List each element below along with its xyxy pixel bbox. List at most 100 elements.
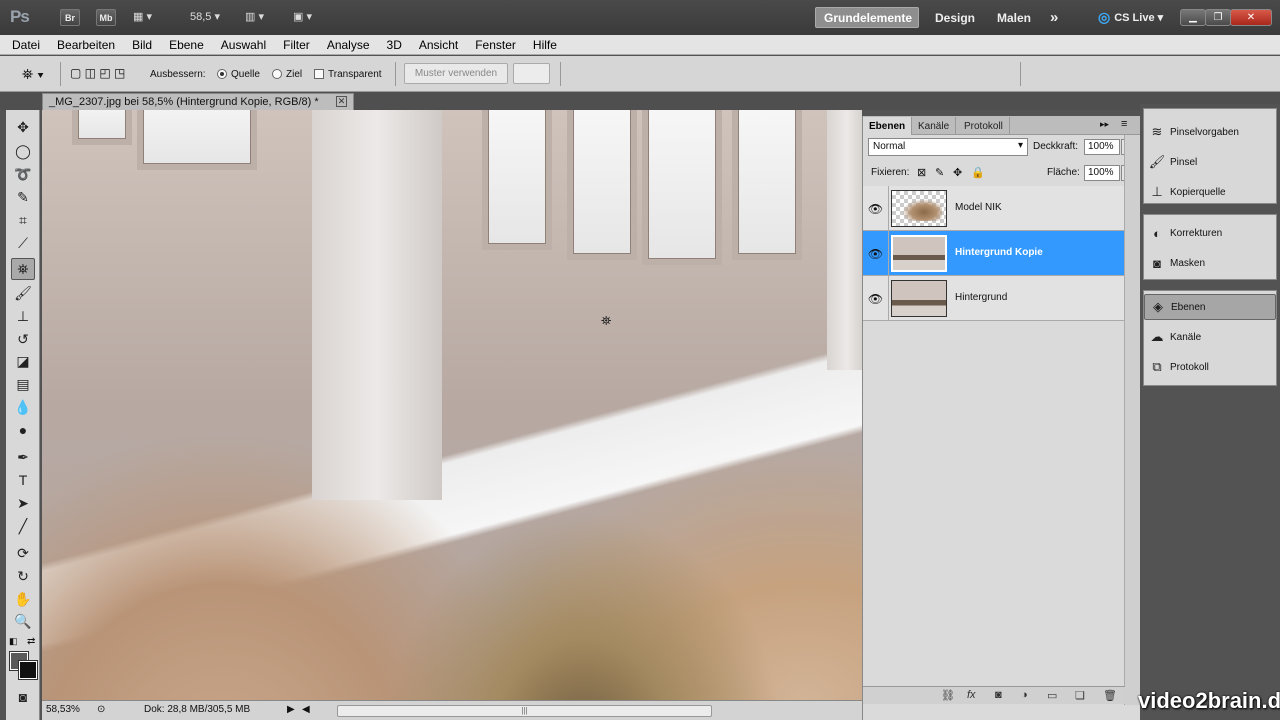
3d-orbit-tool-icon[interactable]: ↻ [11, 565, 35, 587]
layer-row-model-nik[interactable]: 👁 Model NIK [863, 186, 1125, 231]
add-mask-icon[interactable]: ◙ [995, 689, 1002, 701]
view-extras-dropdown[interactable]: ▦ ▾ [133, 10, 152, 23]
workspace-malen[interactable]: Malen [989, 7, 1039, 28]
dock-item-masken[interactable]: ◙ Masken [1144, 250, 1276, 276]
cs-live-button[interactable]: ◎ CS Live ▾ [1090, 7, 1171, 28]
minimize-button[interactable]: ▁ [1180, 9, 1206, 26]
tab-protokoll[interactable]: Protokoll [958, 117, 1010, 135]
history-brush-tool-icon[interactable]: ↺ [11, 328, 35, 350]
dock-item-pinsel[interactable]: 🖌 Pinsel [1144, 149, 1276, 175]
use-pattern-button[interactable]: Muster verwenden [404, 63, 508, 84]
status-menu-icon[interactable]: ⊙ [97, 704, 105, 715]
menu-filter[interactable]: Filter [283, 38, 310, 52]
lock-transparency-icon[interactable]: ⊠ [917, 166, 926, 179]
clone-stamp-tool-icon[interactable]: ⊥ [11, 305, 35, 327]
close-document-icon[interactable]: ✕ [336, 96, 347, 107]
scroll-left-icon[interactable]: ◀ [302, 704, 310, 715]
menu-bild[interactable]: Bild [132, 38, 152, 52]
new-layer-icon[interactable]: ❏ [1075, 689, 1085, 702]
visibility-eye-icon[interactable]: 👁 [863, 231, 889, 276]
menu-bearbeiten[interactable]: Bearbeiten [57, 38, 115, 52]
selection-mode-icons[interactable]: ▢ ◫ ◰ ◳ [70, 66, 125, 80]
menu-fenster[interactable]: Fenster [475, 38, 516, 52]
workspace-design[interactable]: Design [927, 7, 983, 28]
adjustment-layer-icon[interactable]: ◑ [1021, 689, 1028, 701]
blur-tool-icon[interactable]: 💧 [11, 396, 35, 418]
patch-tool-icon[interactable]: ⛯ [11, 258, 35, 280]
screen-mode-dropdown[interactable]: ▣ ▾ [293, 10, 312, 23]
zoom-tool-icon[interactable]: 🔍 [11, 610, 35, 632]
pattern-picker[interactable] [513, 63, 550, 84]
collapse-panel-icon[interactable]: ▸▸ [1100, 119, 1109, 130]
restore-button[interactable]: ❐ [1205, 9, 1231, 26]
status-expand-arrow-icon[interactable]: ▶ [287, 704, 295, 715]
eyedropper-tool-icon[interactable]: ⟋ [11, 232, 35, 254]
zoom-field[interactable]: 58,53% [46, 704, 80, 715]
dodge-tool-icon[interactable]: ● [11, 419, 35, 441]
layer-row-hintergrund-kopie[interactable]: 👁 Hintergrund Kopie [863, 231, 1125, 276]
workspace-grundelemente[interactable]: Grundelemente [815, 7, 919, 28]
menu-datei[interactable]: Datei [12, 38, 40, 52]
crop-tool-icon[interactable]: ⌗ [11, 209, 35, 231]
delete-layer-icon[interactable]: 🗑 [1103, 689, 1117, 702]
close-window-button[interactable]: ✕ [1230, 9, 1272, 26]
menu-hilfe[interactable]: Hilfe [533, 38, 557, 52]
line-tool-icon[interactable]: ╱ [11, 515, 35, 537]
menu-analyse[interactable]: Analyse [327, 38, 370, 52]
more-workspaces-button[interactable]: » [1042, 7, 1066, 28]
menu-3d[interactable]: 3D [387, 38, 402, 52]
background-color-swatch[interactable] [19, 661, 37, 679]
document-canvas[interactable]: ⛯ [42, 110, 862, 700]
menu-auswahl[interactable]: Auswahl [221, 38, 266, 52]
visibility-eye-icon[interactable]: 👁 [863, 276, 889, 321]
opacity-field[interactable]: 100% [1084, 139, 1120, 155]
default-colors-icon[interactable]: ◧ [9, 636, 18, 647]
blend-mode-select[interactable]: Normal [868, 138, 1028, 156]
lock-position-icon[interactable]: ✥ [953, 166, 962, 179]
menu-ansicht[interactable]: Ansicht [419, 38, 458, 52]
patch-tool-preset-icon[interactable]: ⛯ ▾ [22, 66, 44, 83]
arrange-documents-dropdown[interactable]: ▥ ▾ [245, 10, 264, 23]
new-group-icon[interactable]: ▭ [1047, 689, 1057, 702]
3d-rotate-tool-icon[interactable]: ⟳ [11, 542, 35, 564]
mini-bridge-button[interactable]: Mb [96, 9, 116, 26]
quick-mask-icon[interactable]: ◙ [11, 686, 35, 708]
eraser-tool-icon[interactable]: ◪ [11, 350, 35, 372]
dock-item-kopierquelle[interactable]: ⊥ Kopierquelle [1144, 179, 1276, 205]
menu-ebene[interactable]: Ebene [169, 38, 204, 52]
source-radio[interactable] [217, 69, 227, 79]
dock-item-kanaele[interactable]: ☁ Kanäle [1144, 324, 1276, 350]
hand-tool-icon[interactable]: ✋ [11, 588, 35, 610]
dock-item-protokoll[interactable]: ⧉ Protokoll [1144, 354, 1276, 380]
fill-field[interactable]: 100% [1084, 165, 1120, 181]
transparent-checkbox[interactable] [314, 69, 324, 79]
pen-tool-icon[interactable]: ✒ [11, 446, 35, 468]
dock-item-korrekturen[interactable]: ◐ Korrekturen [1144, 220, 1276, 246]
dock-item-ebenen[interactable]: ◈ Ebenen [1144, 294, 1276, 320]
document-tab[interactable]: _MG_2307.jpg bei 58,5% (Hintergrund Kopi… [42, 93, 354, 110]
swap-colors-icon[interactable]: ⇄ [27, 636, 35, 647]
gradient-tool-icon[interactable]: ▤ [11, 373, 35, 395]
layer-row-hintergrund[interactable]: 👁 Hintergrund [863, 276, 1125, 321]
tab-ebenen[interactable]: Ebenen [863, 117, 913, 135]
type-tool-icon[interactable]: T [11, 469, 35, 491]
horizontal-scrollbar-thumb[interactable]: ||| [337, 705, 712, 717]
layers-scrollbar[interactable] [1124, 135, 1140, 705]
panel-menu-icon[interactable]: ≡ [1121, 118, 1127, 130]
move-tool-icon[interactable]: ✥ [11, 116, 35, 138]
link-layers-icon[interactable]: ⛓ [941, 689, 955, 702]
lock-all-icon[interactable]: 🔒 [971, 166, 985, 179]
visibility-eye-icon[interactable]: 👁 [863, 186, 889, 231]
lasso-tool-icon[interactable]: ➰ [11, 163, 35, 185]
target-radio[interactable] [272, 69, 282, 79]
zoom-level-dropdown[interactable]: 58,5 ▾ [190, 10, 220, 23]
quick-selection-tool-icon[interactable]: ✎ [11, 186, 35, 208]
tab-kanaele[interactable]: Kanäle [912, 117, 957, 135]
lock-pixels-icon[interactable]: ✎ [935, 166, 944, 179]
path-selection-tool-icon[interactable]: ➤ [11, 492, 35, 514]
marquee-tool-icon[interactable]: ◯ [11, 140, 35, 162]
dock-item-pinselvorgaben[interactable]: ≋ Pinselvorgaben [1144, 119, 1276, 145]
brush-tool-icon[interactable]: 🖌 [11, 282, 35, 304]
bridge-button[interactable]: Br [60, 9, 80, 26]
layer-style-icon[interactable]: fx [967, 689, 976, 701]
